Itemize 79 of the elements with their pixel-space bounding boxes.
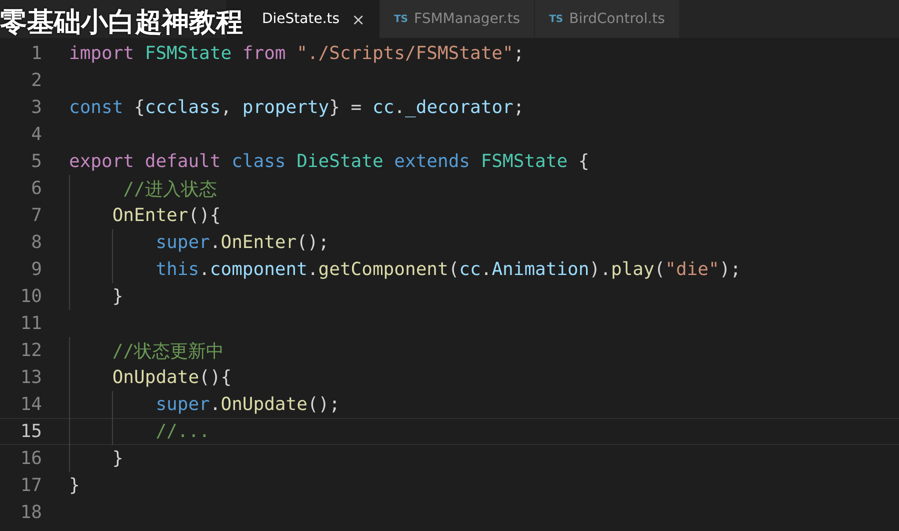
code-token: export default <box>69 151 222 172</box>
code-token: . <box>210 394 221 415</box>
line-number: 4 <box>30 124 42 145</box>
code-token: this <box>154 259 200 280</box>
code-token: . <box>480 259 492 280</box>
code-token: play <box>610 259 654 280</box>
code-token: } = <box>329 97 363 118</box>
editor-tab[interactable]: TS BirdControl.ts <box>535 0 680 38</box>
code-token: , <box>220 97 233 118</box>
code-token: . <box>394 97 406 118</box>
code-token: "die" <box>665 259 720 280</box>
code-token: extends <box>394 151 471 172</box>
code-token: ( <box>654 259 666 280</box>
code-token: ; <box>513 97 524 118</box>
code-token: { <box>578 151 590 172</box>
code-token: property <box>242 97 330 118</box>
code-token: ; <box>513 43 524 64</box>
code-token: . <box>199 259 210 280</box>
editor-tab[interactable]: TS FSMManager.ts <box>380 0 536 38</box>
code-token: . <box>210 232 221 253</box>
code-token: FSMState <box>144 43 233 64</box>
tab-label: DieState.ts <box>262 11 340 27</box>
code-token: cc <box>372 97 394 118</box>
line-number: 17 <box>19 475 42 496</box>
line-number: 13 <box>19 367 42 388</box>
code-token: OnEnter <box>111 205 188 226</box>
line-number: 9 <box>30 259 42 280</box>
code-token: //进入状态 <box>122 178 217 200</box>
code-token: . <box>307 259 318 280</box>
code-token: class <box>232 151 287 172</box>
code-token: OnUpdate <box>220 394 308 415</box>
line-number: 12 <box>19 340 42 361</box>
code-token: } <box>111 448 124 469</box>
code-token: (); <box>307 394 340 415</box>
line-number: 11 <box>19 313 42 334</box>
line-number: 2 <box>30 70 42 91</box>
code-token: super <box>154 232 210 253</box>
code-token: OnEnter <box>220 232 297 253</box>
code-token: DieState <box>296 151 384 172</box>
code-token: //... <box>154 421 210 442</box>
code-token: ). <box>589 259 611 280</box>
line-number: 6 <box>30 178 42 199</box>
code-token: FSMState <box>480 151 569 172</box>
code-token: import <box>69 43 136 64</box>
line-number: 7 <box>30 205 42 226</box>
line-number: 3 <box>30 97 42 118</box>
code-token: component <box>210 259 308 280</box>
code-token: } <box>69 475 80 496</box>
code-token: cc <box>459 259 481 280</box>
code-token: ( <box>448 259 460 280</box>
line-number: 8 <box>30 232 42 253</box>
line-number: 16 <box>19 448 42 469</box>
code-token: super <box>154 394 210 415</box>
tab-label: FSMManager.ts <box>414 11 520 27</box>
code-token: from <box>242 43 287 64</box>
close-icon[interactable]: × <box>352 10 365 28</box>
code-token: //状态更新中 <box>111 340 224 362</box>
code-token: getComponent <box>318 259 448 280</box>
line-number: 10 <box>19 286 42 307</box>
code-token: (); <box>296 232 330 253</box>
code-token: { <box>134 97 145 118</box>
line-number: 14 <box>19 394 42 415</box>
tab-label: BirdControl.ts <box>569 11 665 27</box>
line-number: 18 <box>19 502 42 523</box>
code-token: (){ <box>199 367 232 388</box>
code-token: const <box>69 97 124 118</box>
code-token: ccclass <box>144 97 221 118</box>
code-token: } <box>111 286 124 307</box>
code-token: Animation <box>492 259 590 280</box>
code-token: ); <box>719 259 742 280</box>
line-number: 15 <box>19 421 42 442</box>
code-token: (){ <box>188 205 221 226</box>
code-token: OnUpdate <box>111 367 200 388</box>
line-number: 5 <box>30 151 42 172</box>
typescript-file-icon: TS <box>549 14 564 24</box>
code-token: "./Scripts/FSMState" <box>296 43 514 64</box>
code-token: _decorator <box>405 97 514 118</box>
typescript-file-icon: TS <box>394 14 408 24</box>
line-number: 1 <box>30 43 42 64</box>
